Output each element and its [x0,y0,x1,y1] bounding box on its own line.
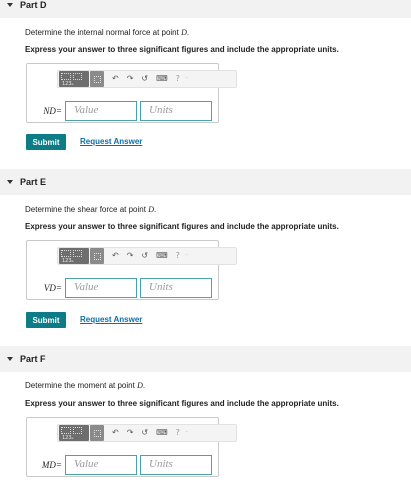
more-icon[interactable]: · [186,76,188,82]
undo-icon[interactable]: ↶ [112,75,119,83]
template-grid-icon [61,250,71,257]
md-label: MD= [41,460,62,470]
templates-button[interactable]: 123ₑ [59,425,89,441]
value-input[interactable]: Value [65,455,137,475]
help-icon[interactable]: ? [176,429,180,437]
undo-icon[interactable]: ↶ [112,252,119,260]
units-input[interactable]: Units [140,455,212,475]
part-f-prompt: Determine the moment at point D. [25,381,146,390]
part-e-title: Part E [20,177,47,187]
reset-icon[interactable]: ↺ [141,429,148,437]
symbols-button[interactable] [90,71,104,87]
part-f-title: Part F [20,354,46,364]
part-e-prompt: Determine the shear force at point D. [25,205,157,214]
more-icon[interactable]: · [186,253,188,259]
keyboard-icon[interactable]: ⌨ [156,429,168,437]
part-e-answer-box: 123ₑ ↶ ↷ ↺ ⌨ ? · VD= Value Units [26,240,237,300]
units-input[interactable]: Units [140,101,212,121]
templates-label: 123ₑ [62,81,74,87]
nd-label: ND= [43,106,62,116]
redo-icon[interactable]: ↷ [127,252,134,260]
equation-toolbar: 123ₑ ↶ ↷ ↺ ⌨ ? · [57,247,237,265]
template-grid-icon [61,427,71,434]
template-grid-icon [73,427,82,434]
collapse-caret-icon[interactable] [7,180,13,184]
part-d-field-row: ND= Value Units [32,101,212,121]
more-icon[interactable]: · [186,430,188,436]
vd-label: VD= [43,283,62,293]
part-f-field-row: MD= Value Units [32,455,212,475]
templates-button[interactable]: 123ₑ [59,71,89,87]
part-f-answer-box: 123ₑ ↶ ↷ ↺ ⌨ ? · MD= Value Units [26,417,237,477]
reset-icon[interactable]: ↺ [141,75,148,83]
submit-button[interactable]: Submit [26,312,66,328]
symbols-button[interactable] [90,425,104,441]
submit-button[interactable]: Submit [26,134,66,150]
symbols-button[interactable] [90,248,104,264]
redo-icon[interactable]: ↷ [127,75,134,83]
keyboard-icon[interactable]: ⌨ [156,75,168,83]
collapse-caret-icon[interactable] [7,357,13,361]
template-grid-icon [61,73,71,80]
equation-toolbar: 123ₑ ↶ ↷ ↺ ⌨ ? · [57,70,237,88]
keyboard-icon[interactable]: ⌨ [156,252,168,260]
collapse-caret-icon[interactable] [7,3,13,7]
templates-label: 123ₑ [62,258,74,264]
part-f-instruction: Express your answer to three significant… [25,399,339,408]
value-input[interactable]: Value [65,278,137,298]
units-input[interactable]: Units [140,278,212,298]
request-answer-link[interactable]: Request Answer [80,315,142,324]
part-d-title: Part D [20,0,47,10]
templates-label: 123ₑ [62,435,74,441]
equation-toolbar: 123ₑ ↶ ↷ ↺ ⌨ ? · [57,424,237,442]
request-answer-link[interactable]: Request Answer [80,137,142,146]
reset-icon[interactable]: ↺ [141,252,148,260]
value-input[interactable]: Value [65,101,137,121]
part-f-header[interactable]: Part F [0,346,411,372]
part-d-answer-box: 123ₑ ↶ ↷ ↺ ⌨ ? · ND= Value Units [26,63,237,123]
redo-icon[interactable]: ↷ [127,429,134,437]
templates-button[interactable]: 123ₑ [59,248,89,264]
template-grid-icon [73,250,82,257]
part-d-header[interactable]: Part D [0,0,411,18]
part-d-instruction: Express your answer to three significant… [25,45,339,54]
part-d-prompt: Determine the internal normal force at p… [25,28,190,37]
template-grid-icon [73,73,82,80]
help-icon[interactable]: ? [176,75,180,83]
help-icon[interactable]: ? [176,252,180,260]
part-e-field-row: VD= Value Units [32,278,212,298]
undo-icon[interactable]: ↶ [112,429,119,437]
part-e-instruction: Express your answer to three significant… [25,222,339,231]
part-e-header[interactable]: Part E [0,169,411,195]
